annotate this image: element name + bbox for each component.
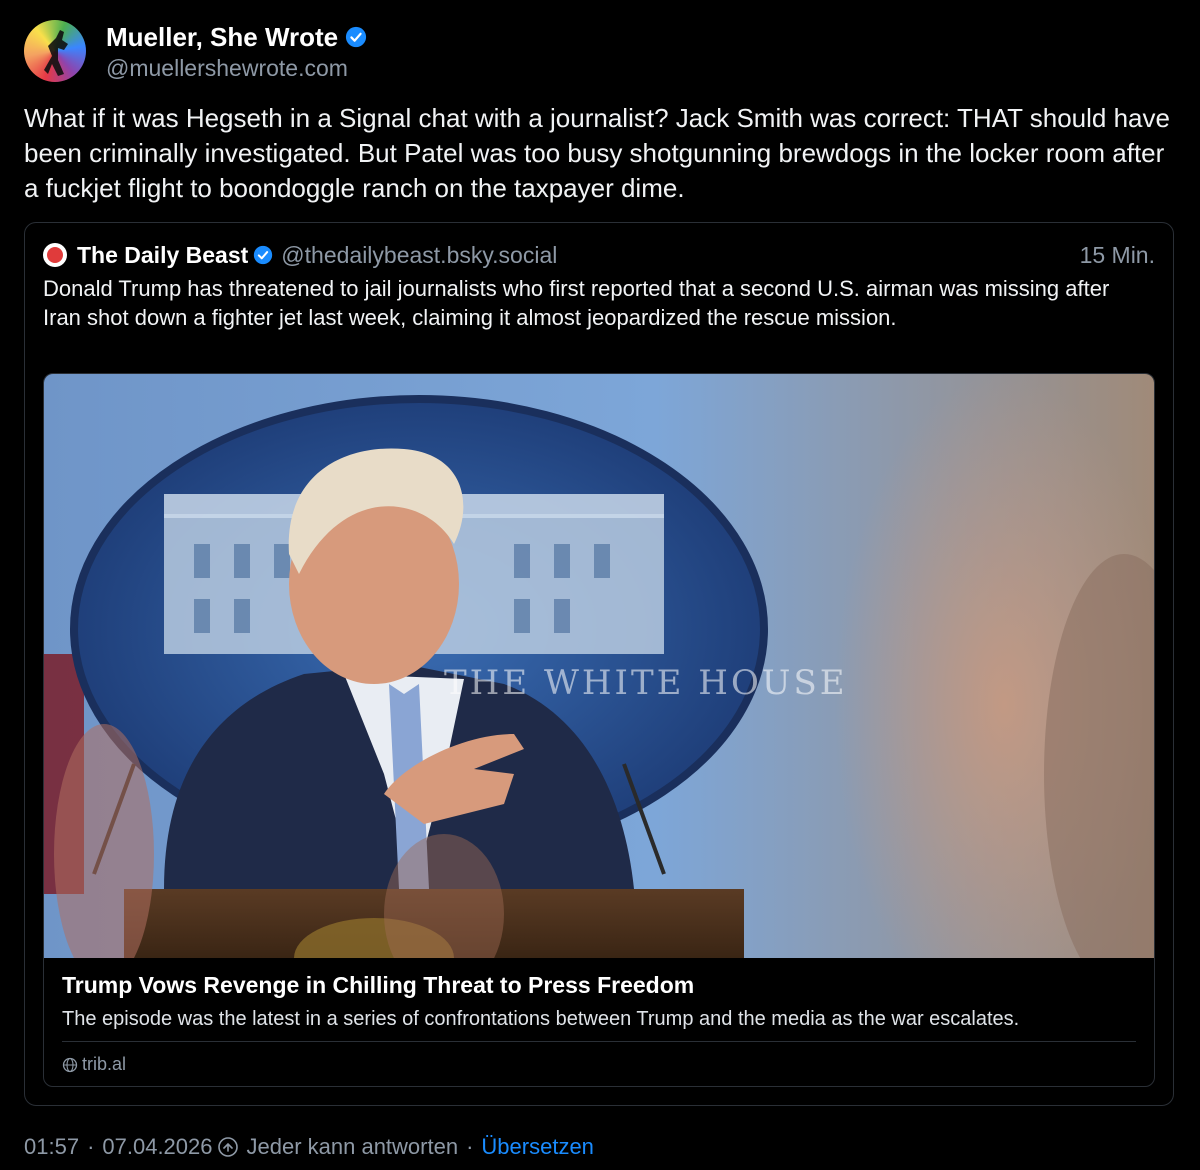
link-card[interactable]: THE WHITE HOUSE Trump Vows Revenge in Ch… — [43, 373, 1155, 1087]
link-card-domain[interactable]: trib.al — [82, 1054, 126, 1075]
post-author[interactable]: Mueller, She Wrote @muellershewrote.com — [24, 20, 367, 82]
footer-separator: · — [87, 1134, 95, 1159]
translate-link[interactable]: Übersetzen — [481, 1134, 594, 1160]
quoted-author-handle[interactable]: @thedailybeast.bsky.social — [281, 242, 557, 269]
quoted-author-name[interactable]: The Daily Beast — [77, 242, 248, 269]
globe-icon — [62, 1057, 78, 1072]
author-handle[interactable]: @muellershewrote.com — [106, 54, 367, 82]
author-avatar[interactable] — [24, 20, 86, 82]
link-card-image[interactable]: THE WHITE HOUSE — [44, 374, 1155, 958]
verified-badge-icon — [254, 245, 273, 265]
author-display-name[interactable]: Mueller, She Wrote — [106, 20, 338, 54]
verified-badge-icon — [346, 26, 367, 48]
link-card-domain-row[interactable]: trib.al — [62, 1054, 126, 1075]
reply-setting-icon — [217, 1137, 238, 1157]
post-text: What if it was Hegseth in a Signal chat … — [24, 103, 1170, 203]
link-card-description: The episode was the latest in a series o… — [62, 1008, 1020, 1030]
quoted-post-text: Donald Trump has threatened to jail jour… — [43, 276, 1110, 330]
quoted-author-avatar[interactable] — [43, 243, 67, 267]
post-footer: 01:57 · 07.04.2026 Jeder kann antworten … — [24, 1134, 594, 1160]
quoted-post-time[interactable]: 15 Min. — [1080, 242, 1155, 269]
seal-caption-text: THE WHITE HOUSE — [444, 663, 848, 703]
link-card-divider — [62, 1041, 1136, 1042]
post-time[interactable]: 01:57 — [24, 1134, 79, 1160]
author-display-name-row[interactable]: Mueller, She Wrote — [106, 20, 367, 54]
avatar-silhouette-icon — [44, 30, 68, 76]
footer-separator: · — [466, 1134, 474, 1159]
quoted-post-header: The Daily Beast @thedailybeast.bsky.soci… — [43, 239, 1155, 271]
reply-setting[interactable]: Jeder kann antworten — [247, 1134, 459, 1160]
quoted-post[interactable]: The Daily Beast @thedailybeast.bsky.soci… — [24, 222, 1174, 1106]
post-date[interactable]: 07.04.2026 — [102, 1134, 212, 1160]
link-card-title[interactable]: Trump Vows Revenge in Chilling Threat to… — [62, 972, 694, 999]
